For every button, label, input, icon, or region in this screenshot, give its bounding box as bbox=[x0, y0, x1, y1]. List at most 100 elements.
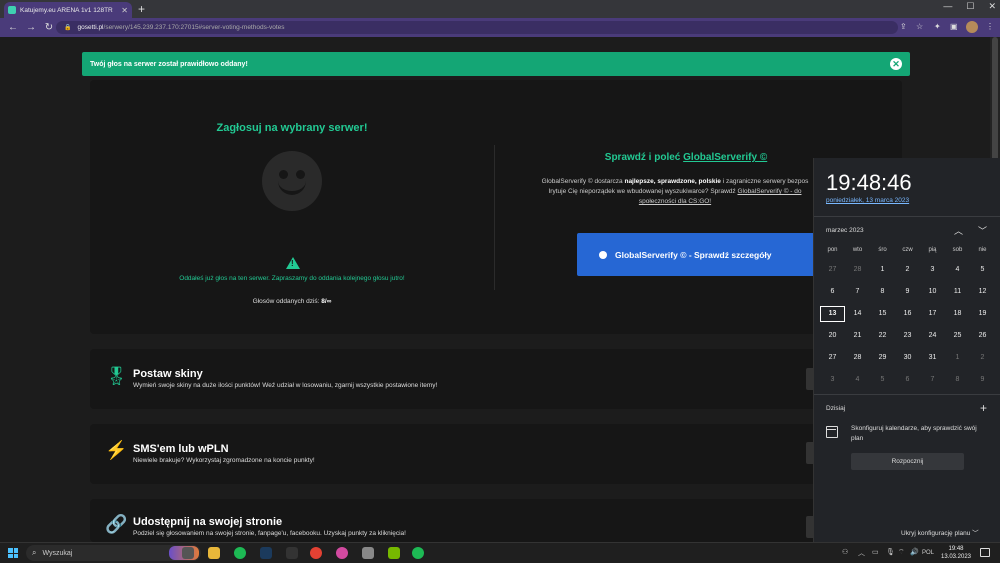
calendar-day[interactable]: 30 bbox=[895, 350, 920, 366]
calendar-day[interactable]: 19 bbox=[970, 306, 995, 322]
maximize-icon[interactable]: ☐ bbox=[966, 1, 974, 12]
calendar-day[interactable]: 27 bbox=[820, 262, 845, 278]
task-view-icon[interactable] bbox=[182, 547, 194, 559]
extensions-icon[interactable]: ✦ bbox=[934, 22, 941, 31]
calendar-day[interactable]: 31 bbox=[920, 350, 945, 366]
feature-title: Postaw skiny bbox=[133, 368, 203, 380]
taskbar-search[interactable]: ⌕ Wyszukaj bbox=[26, 545, 201, 561]
calendar-day[interactable]: 27 bbox=[820, 350, 845, 366]
feature-desc: Niewiele brakuje? Wykorzystaj zgromadzon… bbox=[133, 457, 315, 464]
add-event-icon[interactable]: + bbox=[980, 401, 987, 415]
calendar-day[interactable]: 3 bbox=[820, 372, 845, 388]
people-icon[interactable]: ⚇ bbox=[842, 548, 848, 556]
bookmark-star-icon[interactable]: ☆ bbox=[916, 22, 923, 31]
vote-title: Zagłosuj na wybrany serwer! bbox=[216, 122, 368, 134]
close-window-icon[interactable]: ✕ bbox=[988, 1, 996, 12]
calendar-day[interactable]: 9 bbox=[895, 284, 920, 300]
chevron-up-icon[interactable]: ︿ bbox=[858, 548, 865, 558]
calendar-day[interactable]: 4 bbox=[945, 262, 970, 278]
long-date-link[interactable]: poniedziałek, 13 marca 2023 bbox=[826, 197, 909, 204]
spotify-icon[interactable] bbox=[412, 547, 424, 559]
toast-close-icon[interactable]: ✕ bbox=[890, 58, 902, 70]
success-toast: Twój głos na serwer został prawidłowo od… bbox=[82, 52, 910, 76]
messenger-icon[interactable] bbox=[336, 547, 348, 559]
month-label[interactable]: marzec 2023 bbox=[826, 227, 864, 234]
side-panel-icon[interactable]: ▣ bbox=[950, 22, 958, 31]
calendar-day[interactable]: 4 bbox=[845, 372, 870, 388]
globalserverify-button[interactable]: GlobalServerify © - Sprawdź szczegóły bbox=[577, 233, 827, 276]
calendar-day[interactable]: 2 bbox=[895, 262, 920, 278]
taskbar-clock[interactable]: 19:48 13.03.2023 bbox=[938, 545, 974, 561]
calendar-day[interactable]: 25 bbox=[945, 328, 970, 344]
calendar-day[interactable]: 23 bbox=[895, 328, 920, 344]
app-icon[interactable] bbox=[362, 547, 374, 559]
calendar-day[interactable]: 7 bbox=[845, 284, 870, 300]
app-icon[interactable] bbox=[286, 547, 298, 559]
calendar-day[interactable]: 17 bbox=[920, 306, 945, 322]
notification-icon[interactable] bbox=[980, 548, 990, 557]
reload-icon[interactable]: ↻ bbox=[44, 22, 54, 33]
calendar-day[interactable]: 24 bbox=[920, 328, 945, 344]
calendar-day[interactable]: 1 bbox=[945, 350, 970, 366]
calendar-day[interactable]: 6 bbox=[820, 284, 845, 300]
calendar-day[interactable]: 11 bbox=[945, 284, 970, 300]
calendar-day[interactable]: 20 bbox=[820, 328, 845, 344]
volume-icon[interactable]: 🔊 bbox=[910, 548, 919, 556]
calendar-day[interactable]: 1 bbox=[870, 262, 895, 278]
share-icon[interactable]: ⇪ bbox=[900, 22, 907, 31]
calendar-day[interactable]: 5 bbox=[870, 372, 895, 388]
network-icon[interactable]: ▭ bbox=[872, 548, 879, 556]
address-bar[interactable]: 🔒 gosetti.pl/serwery/145.239.237.170:270… bbox=[56, 21, 898, 34]
back-icon[interactable]: ← bbox=[8, 22, 18, 33]
calendar-day[interactable]: 6 bbox=[895, 372, 920, 388]
wifi-icon[interactable]: ⌔ bbox=[898, 548, 905, 557]
calendar-day[interactable]: 21 bbox=[845, 328, 870, 344]
calendar-day[interactable]: 2 bbox=[970, 350, 995, 366]
language-indicator[interactable]: POL bbox=[922, 550, 934, 556]
hide-plan-toggle[interactable]: Ukryj konfigurację planu ﹀ bbox=[901, 527, 979, 537]
browser-tab[interactable]: Katujemy.eu ARENA 1v1 128TR ✕ bbox=[4, 2, 132, 18]
globalserverify-desc-link[interactable]: GlobalServerify © - do bbox=[737, 188, 801, 195]
calendar-day[interactable]: 8 bbox=[870, 284, 895, 300]
steam-icon[interactable] bbox=[260, 547, 272, 559]
calendar-day[interactable]: 7 bbox=[920, 372, 945, 388]
globalserverify-link[interactable]: GlobalServerify © bbox=[683, 152, 767, 163]
calendar-day[interactable]: 12 bbox=[970, 284, 995, 300]
calendar-day[interactable]: 15 bbox=[870, 306, 895, 322]
lock-icon: 🔒 bbox=[64, 25, 72, 31]
calendar-icon bbox=[826, 426, 838, 438]
calendar-day[interactable]: 22 bbox=[870, 328, 895, 344]
chevron-up-icon[interactable]: ︿ bbox=[954, 224, 963, 237]
calendar-day[interactable]: 28 bbox=[845, 262, 870, 278]
calendar-day[interactable]: 9 bbox=[970, 372, 995, 388]
calendar-day[interactable]: 16 bbox=[895, 306, 920, 322]
nvidia-icon[interactable] bbox=[388, 547, 400, 559]
calendar-day[interactable]: 3 bbox=[920, 262, 945, 278]
spotify-icon[interactable] bbox=[234, 547, 246, 559]
calendar-day[interactable]: 13 bbox=[820, 306, 845, 322]
profile-avatar[interactable] bbox=[966, 21, 978, 33]
chrome-icon[interactable] bbox=[310, 547, 322, 559]
calendar-day[interactable]: 29 bbox=[870, 350, 895, 366]
calendar-day[interactable]: 10 bbox=[920, 284, 945, 300]
calendar-day[interactable]: 5 bbox=[970, 262, 995, 278]
new-tab-icon[interactable]: + bbox=[138, 2, 145, 16]
start-button[interactable]: Rozpocznij bbox=[851, 453, 964, 470]
windows-start-icon[interactable] bbox=[8, 548, 18, 558]
calendar-day[interactable]: 28 bbox=[845, 350, 870, 366]
menu-icon[interactable]: ⋮ bbox=[986, 22, 994, 31]
chevron-down-icon[interactable]: ﹀ bbox=[978, 224, 987, 237]
radio-dot-icon bbox=[599, 250, 607, 259]
minimize-icon[interactable]: — bbox=[943, 1, 952, 12]
award-ribbon-icon: 🎖 bbox=[105, 366, 128, 386]
calendar-day[interactable]: 8 bbox=[945, 372, 970, 388]
file-explorer-icon[interactable] bbox=[208, 547, 220, 559]
forward-icon[interactable]: → bbox=[26, 22, 36, 33]
close-tab-icon[interactable]: ✕ bbox=[121, 6, 128, 15]
calendar-day[interactable]: 14 bbox=[845, 306, 870, 322]
microphone-icon[interactable]: 🎙 bbox=[886, 548, 895, 556]
lightning-icon: ⚡ bbox=[105, 440, 128, 460]
weekday-label: czw bbox=[902, 247, 913, 253]
calendar-day[interactable]: 26 bbox=[970, 328, 995, 344]
calendar-day[interactable]: 18 bbox=[945, 306, 970, 322]
